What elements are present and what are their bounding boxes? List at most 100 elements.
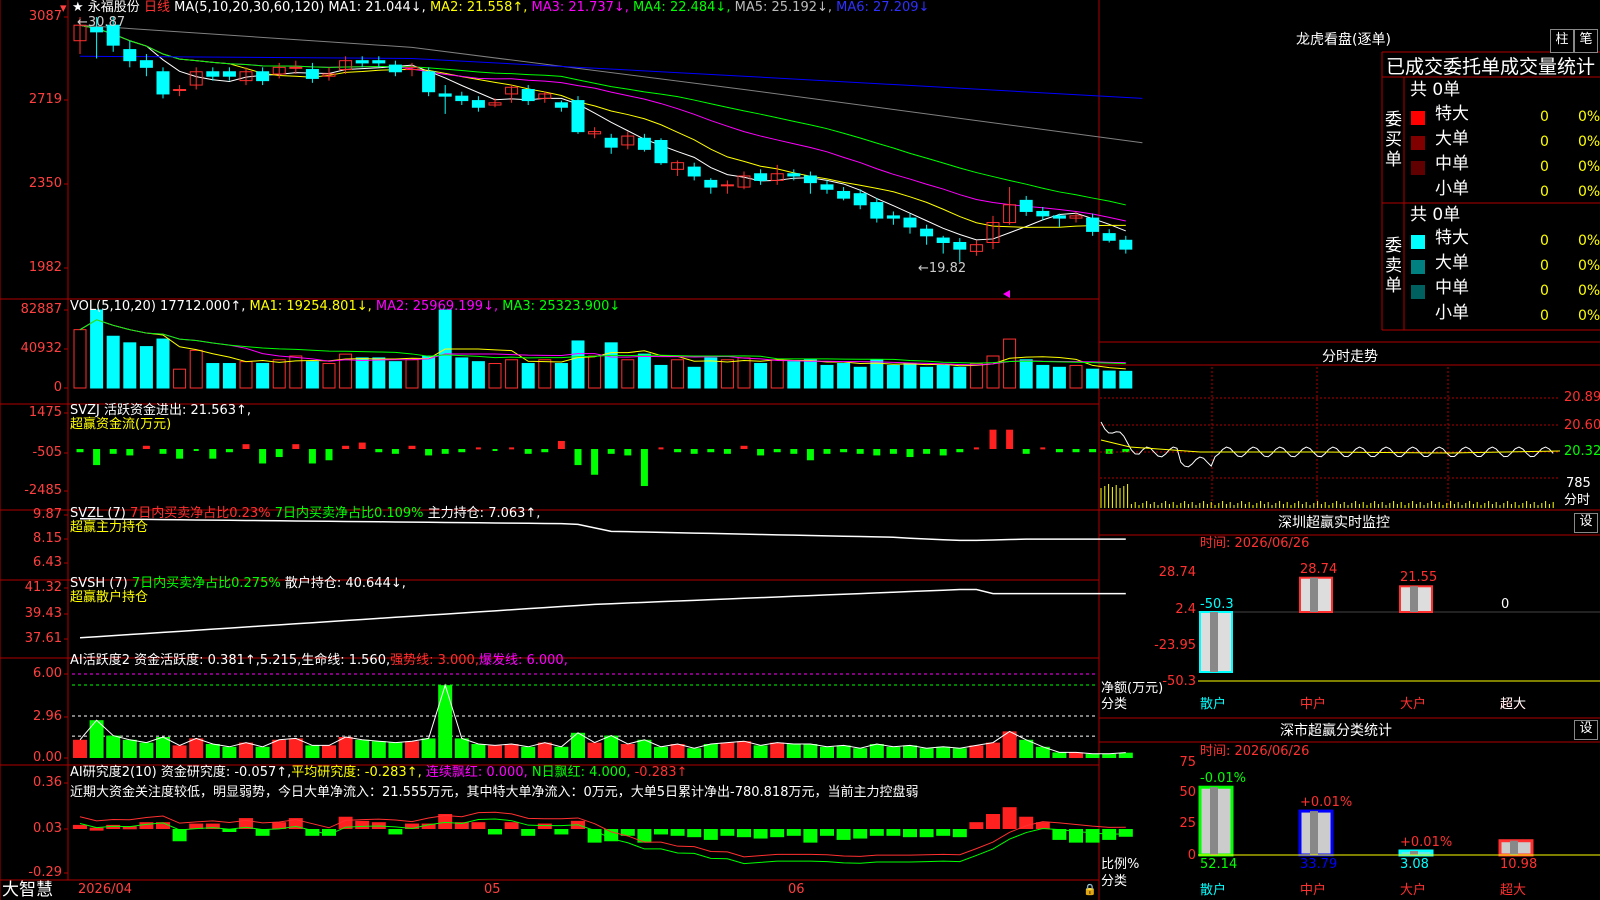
- volume-bar: [986, 355, 1000, 389]
- fund-flow-bar: [408, 445, 416, 449]
- activity-bar: [886, 746, 901, 758]
- fund-flow-bar: [1105, 449, 1113, 454]
- fund-flow-bar: [591, 449, 599, 475]
- fund-flow-bar: [275, 449, 283, 458]
- fund-flow-bar: [1022, 449, 1030, 454]
- research-bar: [969, 822, 984, 829]
- fund-flow-bar: [723, 449, 731, 454]
- ss-axis-label: 0: [1187, 848, 1196, 863]
- intraday-price-line: [1100, 421, 1554, 468]
- research-bar: [770, 829, 785, 838]
- activity-line: [79, 683, 1126, 755]
- candle-body: [637, 137, 651, 150]
- activity-bar: [73, 739, 87, 758]
- fund-flow-bar: [342, 445, 350, 449]
- ss-bar-shade: [1210, 787, 1218, 855]
- pen-mode-button[interactable]: 笔: [1574, 29, 1598, 53]
- activity-bar: [820, 746, 834, 758]
- research-bar: [986, 814, 1000, 829]
- volume-bar: [73, 329, 87, 389]
- fund-flow-bar: [574, 449, 582, 466]
- fund-flow-bar: [242, 444, 250, 449]
- order-row-percent: 0%: [1578, 134, 1600, 150]
- ss-settings-button[interactable]: 设: [1574, 720, 1598, 740]
- research-bar: [388, 829, 403, 835]
- fund-flow-bar: [375, 449, 383, 453]
- activity-bar: [255, 746, 270, 758]
- sz-time: 时间: 2026/06/26: [1200, 536, 1310, 551]
- activity-bar: [521, 746, 536, 758]
- stock-name[interactable]: 永福股份: [88, 0, 140, 15]
- volume-bar: [588, 355, 602, 389]
- svsh-axis-label: 41.32: [24, 580, 62, 595]
- vol-legend: VOL(5,10,20) 17712.000↑, MA1: 19254.801↓…: [70, 299, 621, 314]
- fund-flow-bar: [557, 440, 565, 449]
- activity-bar: [322, 745, 336, 758]
- buy-total: 共 0单: [1410, 80, 1461, 100]
- activity-bar: [172, 745, 187, 758]
- volume-bar: [853, 366, 867, 389]
- ai-research-legend: AI研究度2(10) 资金研究度: -0.057↑,平均研究度: -0.283↑…: [70, 765, 688, 780]
- activity-bar: [654, 746, 668, 758]
- vol-axis-label: 82887: [20, 302, 62, 317]
- volume-bar: [671, 359, 685, 389]
- candle-body: [388, 64, 402, 73]
- svsh-axis-label: 37.61: [24, 631, 62, 646]
- candle-body: [687, 166, 701, 177]
- activity-bar: [189, 738, 204, 758]
- order-row-name: 小单: [1435, 179, 1469, 199]
- fund-flow-bar: [225, 449, 233, 453]
- volume-ma-line: [79, 319, 1126, 370]
- sz-ylabel: 净额(万元): [1101, 681, 1164, 696]
- sz-axis-label: 2.4: [1175, 602, 1196, 617]
- volume-bar: [372, 357, 386, 389]
- volume-bar: [1102, 370, 1116, 389]
- ss-bar-change: +0.01%: [1400, 834, 1453, 850]
- volume-bar: [206, 363, 220, 389]
- fund-flow-bar: [939, 449, 947, 456]
- activity-bar: [554, 746, 569, 758]
- star-icon[interactable]: ★: [72, 0, 84, 15]
- research-bar: [869, 829, 884, 836]
- ss-category-label: 超大: [1500, 883, 1527, 898]
- candle-body: [936, 237, 950, 243]
- ss-bar-value: 3.08: [1400, 857, 1429, 872]
- sz-bar-value: 21.55: [1400, 570, 1438, 586]
- sell-total: 共 0单: [1410, 205, 1461, 225]
- activity-bar: [438, 685, 453, 758]
- intraday-title[interactable]: 分时走势: [1322, 350, 1378, 364]
- svzl-axis-label: 6.43: [33, 555, 62, 570]
- price-axis-label: 2719: [28, 92, 62, 107]
- sz-settings-button[interactable]: 设: [1574, 513, 1598, 533]
- fund-flow-bar: [76, 449, 84, 453]
- volume-bar: [305, 361, 319, 389]
- sz-xlabel: 分类: [1101, 697, 1128, 712]
- candle-body: [1052, 215, 1066, 219]
- fund-flow-bar: [873, 449, 881, 456]
- period-label[interactable]: 日线: [144, 0, 170, 15]
- candle-body: [206, 71, 220, 77]
- brand-logo[interactable]: 大智慧: [2, 881, 53, 899]
- fund-flow-bar: [806, 449, 814, 461]
- activity-bar: [936, 746, 951, 758]
- fund-flow-bar: [973, 447, 979, 450]
- lock-icon[interactable]: 🔒: [1083, 883, 1097, 897]
- fund-flow-bar: [524, 449, 532, 454]
- research-bar: [1118, 829, 1133, 837]
- activity-bar: [803, 744, 818, 758]
- volume-bar: [355, 357, 369, 389]
- sz-monitor-title: 深圳超赢实时监控: [1278, 515, 1390, 531]
- ss-category-label: 大户: [1400, 883, 1427, 898]
- volume-bar: [687, 366, 701, 389]
- ai-research-axis-label: -0.29: [28, 865, 62, 880]
- volume-bar: [803, 359, 817, 389]
- volume-bar: [1036, 364, 1050, 389]
- bar-mode-button[interactable]: 柱: [1550, 29, 1574, 53]
- fund-flow-bar: [541, 449, 549, 453]
- date-axis-month: 06: [788, 882, 805, 897]
- activity-bar: [239, 742, 253, 758]
- order-color-swatch: [1411, 111, 1425, 125]
- order-row-percent: 0%: [1578, 258, 1600, 274]
- volume-bar: [106, 335, 120, 389]
- sz-bar-value: 0: [1501, 597, 1510, 612]
